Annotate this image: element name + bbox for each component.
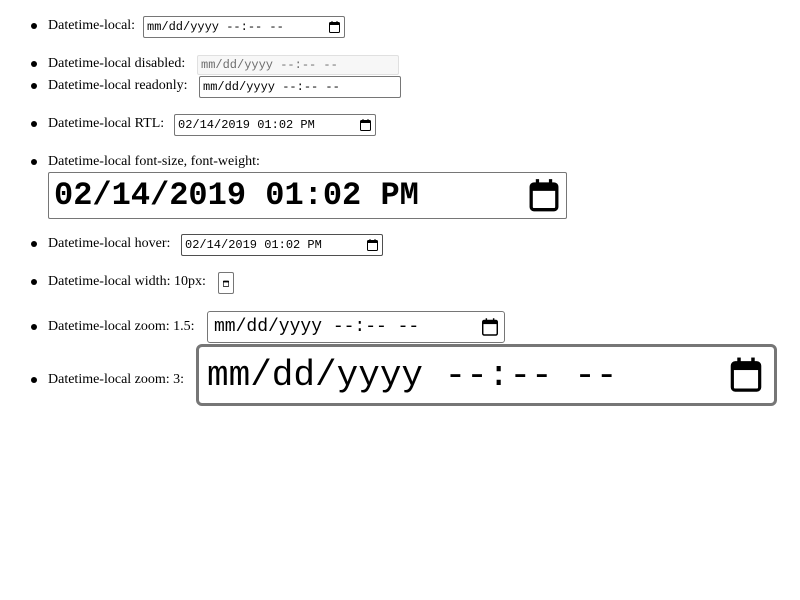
bullet (31, 241, 37, 247)
list-item-datetime-local-width: Datetime-local width: 10px: (0, 272, 800, 294)
datetime-local-zoom-1-5-label: Datetime-local zoom: 1.5: (48, 319, 195, 334)
list-item-datetime-local-readonly: Datetime-local readonly: mm/dd/yyyy --:-… (0, 76, 800, 98)
datetime-local-label: Datetime-local: (48, 18, 136, 33)
datetime-local-font-label: Datetime-local font-size, font-weight: (48, 154, 260, 169)
datetime-local-input[interactable]: mm/dd/yyyy --:-- -- (143, 16, 345, 38)
datetime-local-readonly-value: mm/dd/yyyy --:-- -- (203, 80, 340, 94)
datetime-local-value: mm/dd/yyyy --:-- -- (147, 20, 284, 34)
bullet (31, 83, 37, 89)
bullet (31, 61, 37, 67)
datetime-local-font-input[interactable]: 02/14/2019 01:02 PM (48, 172, 567, 219)
datetime-local-readonly-label: Datetime-local readonly: (48, 78, 188, 93)
calendar-icon[interactable] (730, 357, 762, 393)
datetime-local-disabled-label: Datetime-local disabled: (48, 56, 186, 71)
list-item-datetime-local-disabled: Datetime-local disabled: mm/dd/yyyy --:-… (0, 55, 800, 75)
calendar-icon[interactable] (367, 239, 378, 251)
datetime-local-readonly-input[interactable]: mm/dd/yyyy --:-- -- (199, 76, 401, 98)
datetime-local-disabled-value: mm/dd/yyyy --:-- -- (201, 58, 338, 72)
calendar-icon[interactable] (223, 280, 229, 287)
datetime-local-zoom-3-label: Datetime-local zoom: 3: (48, 372, 185, 387)
bullet (31, 23, 37, 29)
datetime-local-hover-value: 02/14/2019 01:02 PM (185, 238, 322, 252)
datetime-local-disabled-input: mm/dd/yyyy --:-- -- (197, 55, 399, 75)
calendar-icon[interactable] (329, 21, 340, 33)
list-item-datetime-local-rtl: Datetime-local RTL: 02/14/2019 01:02 PM (0, 114, 800, 136)
list-item-datetime-local: Datetime-local: mm/dd/yyyy --:-- -- (0, 16, 800, 38)
datetime-local-rtl-label: Datetime-local RTL: (48, 116, 165, 131)
calendar-icon[interactable] (360, 119, 371, 131)
bullet (31, 324, 37, 330)
bullet (31, 121, 37, 127)
datetime-local-width-input[interactable] (218, 272, 234, 294)
datetime-local-font-value: 02/14/2019 01:02 PM (54, 177, 419, 214)
datetime-local-width-label: Datetime-local width: 10px: (48, 274, 206, 289)
list-item-datetime-local-zoom-1-5: Datetime-local zoom: 1.5: mm/dd/yyyy --:… (0, 311, 800, 343)
datetime-local-zoom-3-input[interactable]: mm/dd/yyyy --:-- -- (196, 344, 777, 406)
bullet (31, 377, 37, 383)
list-item-datetime-local-hover: Datetime-local hover: 02/14/2019 01:02 P… (0, 234, 800, 256)
datetime-local-hover-label: Datetime-local hover: (48, 236, 171, 251)
list-item-datetime-local-zoom-3: Datetime-local zoom: 3: mm/dd/yyyy --:--… (0, 344, 800, 406)
list-item-datetime-local-font: Datetime-local font-size, font-weight: 0… (0, 153, 800, 219)
datetime-local-zoom-1-5-input[interactable]: mm/dd/yyyy --:-- -- (207, 311, 505, 343)
datetime-local-rtl-value: 02/14/2019 01:02 PM (178, 118, 315, 132)
datetime-local-zoom-3-value: mm/dd/yyyy --:-- -- (207, 354, 618, 396)
datetime-local-rtl-input[interactable]: 02/14/2019 01:02 PM (174, 114, 376, 136)
bullet (31, 279, 37, 285)
calendar-icon[interactable] (529, 179, 559, 212)
calendar-icon[interactable] (482, 318, 498, 336)
datetime-local-hover-input[interactable]: 02/14/2019 01:02 PM (181, 234, 383, 256)
datetime-local-zoom-1-5-value: mm/dd/yyyy --:-- -- (214, 317, 420, 337)
bullet (31, 159, 37, 165)
